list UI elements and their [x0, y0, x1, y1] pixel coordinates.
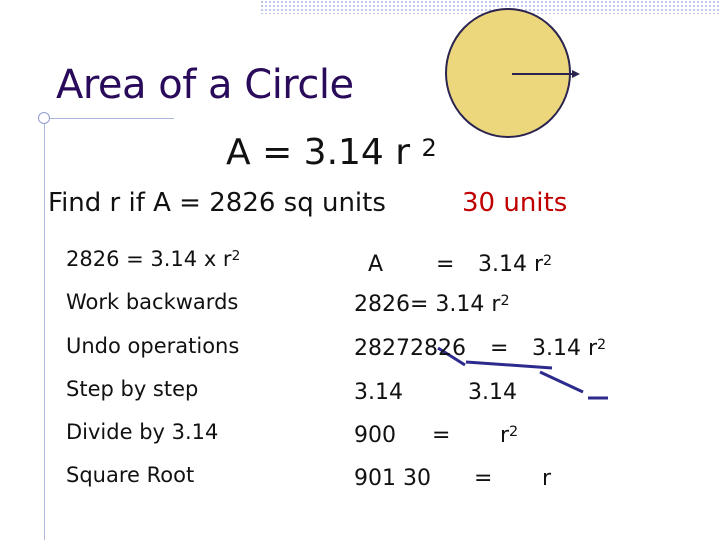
cancel-stroke-diagonal — [539, 370, 584, 394]
work-equals-5: = — [432, 423, 451, 448]
answer-label: 30 units — [462, 188, 568, 218]
work-equals-6: = — [474, 466, 493, 491]
work-equals-3: = — [490, 336, 509, 361]
page-title: Area of a Circle — [56, 62, 354, 108]
work-row-2: 2826= 3.14 r2 — [354, 292, 510, 317]
step-5: Divide by 3.14 — [66, 420, 219, 444]
step-4: Step by step — [66, 377, 199, 401]
work-divisor-right: 3.14 — [468, 380, 517, 405]
formula-text: A = 3.14 r — [226, 132, 411, 173]
work-square-root: 901 30 — [354, 466, 431, 491]
step-2: Work backwards — [66, 290, 239, 314]
work-rhs-1: 3.14 r2 — [478, 252, 553, 277]
step-1: 2826 = 3.14 x r2 — [66, 247, 241, 271]
step-3: Undo operations — [66, 334, 240, 358]
step-6: Square Root — [66, 463, 195, 487]
problem-prompt: Find r if A = 2826 sq units — [48, 188, 386, 218]
area-formula: A = 3.14 r 2 — [226, 132, 437, 173]
work-row-3-lhs: 28272826 — [354, 336, 466, 361]
cancel-stroke-right — [465, 360, 553, 370]
radius-arrowhead — [572, 70, 580, 78]
work-r-squared: r2 — [500, 423, 519, 448]
work-row-3-rhs: 3.14 r2 — [532, 336, 607, 361]
work-equals-1: = — [436, 252, 455, 277]
work-r-final: r — [542, 466, 552, 491]
formula-exponent: 2 — [421, 134, 437, 162]
work-area-symbol: A — [368, 252, 384, 277]
work-divisor-left: 3.14 — [354, 380, 403, 405]
work-quotient: 900 — [354, 423, 396, 448]
